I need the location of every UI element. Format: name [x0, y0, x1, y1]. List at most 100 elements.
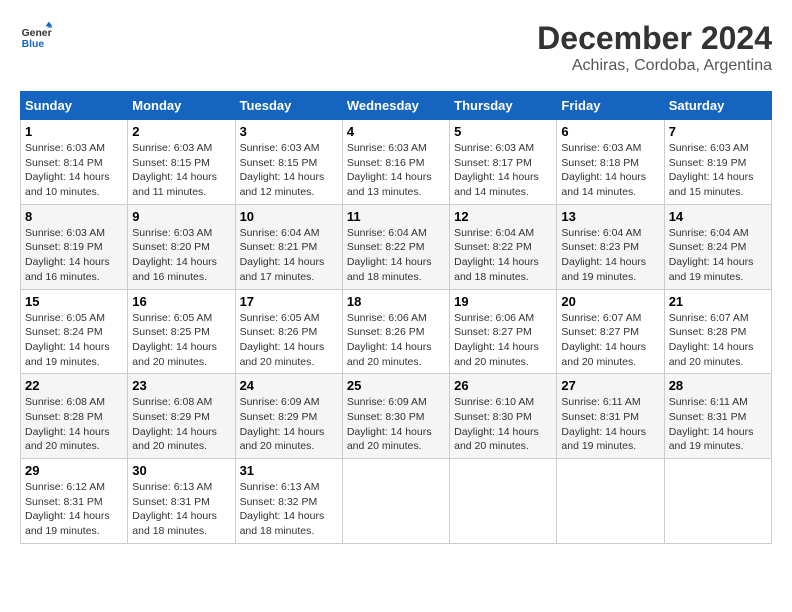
day-info: Sunrise: 6:04 AM Sunset: 8:24 PM Dayligh…	[669, 226, 767, 285]
day-number: 1	[25, 124, 123, 139]
calendar-cell: 8 Sunrise: 6:03 AM Sunset: 8:19 PM Dayli…	[21, 204, 128, 289]
day-number: 26	[454, 378, 552, 393]
page-header: General Blue December 2024 Achiras, Cord…	[20, 20, 772, 75]
day-number: 25	[347, 378, 445, 393]
day-info: Sunrise: 6:03 AM Sunset: 8:16 PM Dayligh…	[347, 141, 445, 200]
calendar-cell: 2 Sunrise: 6:03 AM Sunset: 8:15 PM Dayli…	[128, 120, 235, 205]
day-number: 14	[669, 209, 767, 224]
calendar-header-row: SundayMondayTuesdayWednesdayThursdayFrid…	[21, 92, 772, 120]
page-title: December 2024	[537, 20, 772, 57]
day-info: Sunrise: 6:05 AM Sunset: 8:25 PM Dayligh…	[132, 311, 230, 370]
header-thursday: Thursday	[450, 92, 557, 120]
day-number: 2	[132, 124, 230, 139]
day-number: 18	[347, 294, 445, 309]
calendar-cell: 25 Sunrise: 6:09 AM Sunset: 8:30 PM Dayl…	[342, 374, 449, 459]
svg-text:Blue: Blue	[22, 39, 45, 50]
day-info: Sunrise: 6:03 AM Sunset: 8:15 PM Dayligh…	[132, 141, 230, 200]
calendar-week-row: 15 Sunrise: 6:05 AM Sunset: 8:24 PM Dayl…	[21, 289, 772, 374]
day-info: Sunrise: 6:12 AM Sunset: 8:31 PM Dayligh…	[25, 480, 123, 539]
day-number: 12	[454, 209, 552, 224]
day-info: Sunrise: 6:09 AM Sunset: 8:30 PM Dayligh…	[347, 395, 445, 454]
day-info: Sunrise: 6:05 AM Sunset: 8:26 PM Dayligh…	[240, 311, 338, 370]
day-info: Sunrise: 6:06 AM Sunset: 8:26 PM Dayligh…	[347, 311, 445, 370]
calendar-cell: 7 Sunrise: 6:03 AM Sunset: 8:19 PM Dayli…	[664, 120, 771, 205]
header-saturday: Saturday	[664, 92, 771, 120]
calendar-week-row: 8 Sunrise: 6:03 AM Sunset: 8:19 PM Dayli…	[21, 204, 772, 289]
calendar-cell: 6 Sunrise: 6:03 AM Sunset: 8:18 PM Dayli…	[557, 120, 664, 205]
day-number: 24	[240, 378, 338, 393]
day-number: 19	[454, 294, 552, 309]
day-info: Sunrise: 6:11 AM Sunset: 8:31 PM Dayligh…	[669, 395, 767, 454]
day-number: 15	[25, 294, 123, 309]
calendar-cell: 5 Sunrise: 6:03 AM Sunset: 8:17 PM Dayli…	[450, 120, 557, 205]
calendar-cell: 3 Sunrise: 6:03 AM Sunset: 8:15 PM Dayli…	[235, 120, 342, 205]
header-monday: Monday	[128, 92, 235, 120]
day-info: Sunrise: 6:05 AM Sunset: 8:24 PM Dayligh…	[25, 311, 123, 370]
title-block: December 2024 Achiras, Cordoba, Argentin…	[537, 20, 772, 75]
calendar-cell: 18 Sunrise: 6:06 AM Sunset: 8:26 PM Dayl…	[342, 289, 449, 374]
calendar-cell: 21 Sunrise: 6:07 AM Sunset: 8:28 PM Dayl…	[664, 289, 771, 374]
calendar-cell: 17 Sunrise: 6:05 AM Sunset: 8:26 PM Dayl…	[235, 289, 342, 374]
calendar-cell: 11 Sunrise: 6:04 AM Sunset: 8:22 PM Dayl…	[342, 204, 449, 289]
day-number: 29	[25, 463, 123, 478]
calendar-cell	[557, 459, 664, 544]
page-subtitle: Achiras, Cordoba, Argentina	[537, 57, 772, 75]
calendar-cell: 4 Sunrise: 6:03 AM Sunset: 8:16 PM Dayli…	[342, 120, 449, 205]
svg-text:General: General	[22, 28, 52, 39]
calendar-cell: 12 Sunrise: 6:04 AM Sunset: 8:22 PM Dayl…	[450, 204, 557, 289]
day-number: 21	[669, 294, 767, 309]
day-number: 13	[561, 209, 659, 224]
day-info: Sunrise: 6:06 AM Sunset: 8:27 PM Dayligh…	[454, 311, 552, 370]
day-info: Sunrise: 6:07 AM Sunset: 8:27 PM Dayligh…	[561, 311, 659, 370]
day-number: 6	[561, 124, 659, 139]
day-number: 30	[132, 463, 230, 478]
calendar-cell: 27 Sunrise: 6:11 AM Sunset: 8:31 PM Dayl…	[557, 374, 664, 459]
calendar-cell	[342, 459, 449, 544]
calendar-cell: 10 Sunrise: 6:04 AM Sunset: 8:21 PM Dayl…	[235, 204, 342, 289]
day-info: Sunrise: 6:08 AM Sunset: 8:28 PM Dayligh…	[25, 395, 123, 454]
calendar-cell: 31 Sunrise: 6:13 AM Sunset: 8:32 PM Dayl…	[235, 459, 342, 544]
day-info: Sunrise: 6:04 AM Sunset: 8:22 PM Dayligh…	[347, 226, 445, 285]
calendar-cell	[664, 459, 771, 544]
day-number: 28	[669, 378, 767, 393]
day-number: 16	[132, 294, 230, 309]
logo-icon: General Blue	[20, 20, 52, 52]
day-info: Sunrise: 6:03 AM Sunset: 8:18 PM Dayligh…	[561, 141, 659, 200]
calendar-cell: 9 Sunrise: 6:03 AM Sunset: 8:20 PM Dayli…	[128, 204, 235, 289]
calendar-table: SundayMondayTuesdayWednesdayThursdayFrid…	[20, 91, 772, 544]
calendar-cell: 24 Sunrise: 6:09 AM Sunset: 8:29 PM Dayl…	[235, 374, 342, 459]
day-info: Sunrise: 6:13 AM Sunset: 8:31 PM Dayligh…	[132, 480, 230, 539]
calendar-cell: 23 Sunrise: 6:08 AM Sunset: 8:29 PM Dayl…	[128, 374, 235, 459]
day-number: 10	[240, 209, 338, 224]
calendar-cell: 30 Sunrise: 6:13 AM Sunset: 8:31 PM Dayl…	[128, 459, 235, 544]
calendar-cell: 15 Sunrise: 6:05 AM Sunset: 8:24 PM Dayl…	[21, 289, 128, 374]
calendar-cell: 29 Sunrise: 6:12 AM Sunset: 8:31 PM Dayl…	[21, 459, 128, 544]
calendar-cell: 28 Sunrise: 6:11 AM Sunset: 8:31 PM Dayl…	[664, 374, 771, 459]
day-number: 27	[561, 378, 659, 393]
day-info: Sunrise: 6:11 AM Sunset: 8:31 PM Dayligh…	[561, 395, 659, 454]
day-number: 17	[240, 294, 338, 309]
day-number: 11	[347, 209, 445, 224]
day-number: 22	[25, 378, 123, 393]
header-tuesday: Tuesday	[235, 92, 342, 120]
calendar-cell: 22 Sunrise: 6:08 AM Sunset: 8:28 PM Dayl…	[21, 374, 128, 459]
day-number: 9	[132, 209, 230, 224]
day-info: Sunrise: 6:08 AM Sunset: 8:29 PM Dayligh…	[132, 395, 230, 454]
calendar-cell: 13 Sunrise: 6:04 AM Sunset: 8:23 PM Dayl…	[557, 204, 664, 289]
day-info: Sunrise: 6:03 AM Sunset: 8:19 PM Dayligh…	[669, 141, 767, 200]
day-info: Sunrise: 6:04 AM Sunset: 8:22 PM Dayligh…	[454, 226, 552, 285]
day-info: Sunrise: 6:03 AM Sunset: 8:14 PM Dayligh…	[25, 141, 123, 200]
day-number: 7	[669, 124, 767, 139]
day-info: Sunrise: 6:03 AM Sunset: 8:15 PM Dayligh…	[240, 141, 338, 200]
day-number: 5	[454, 124, 552, 139]
day-info: Sunrise: 6:10 AM Sunset: 8:30 PM Dayligh…	[454, 395, 552, 454]
calendar-week-row: 29 Sunrise: 6:12 AM Sunset: 8:31 PM Dayl…	[21, 459, 772, 544]
day-number: 8	[25, 209, 123, 224]
calendar-cell: 14 Sunrise: 6:04 AM Sunset: 8:24 PM Dayl…	[664, 204, 771, 289]
day-info: Sunrise: 6:03 AM Sunset: 8:19 PM Dayligh…	[25, 226, 123, 285]
header-friday: Friday	[557, 92, 664, 120]
day-info: Sunrise: 6:03 AM Sunset: 8:17 PM Dayligh…	[454, 141, 552, 200]
day-info: Sunrise: 6:13 AM Sunset: 8:32 PM Dayligh…	[240, 480, 338, 539]
calendar-week-row: 22 Sunrise: 6:08 AM Sunset: 8:28 PM Dayl…	[21, 374, 772, 459]
day-number: 3	[240, 124, 338, 139]
